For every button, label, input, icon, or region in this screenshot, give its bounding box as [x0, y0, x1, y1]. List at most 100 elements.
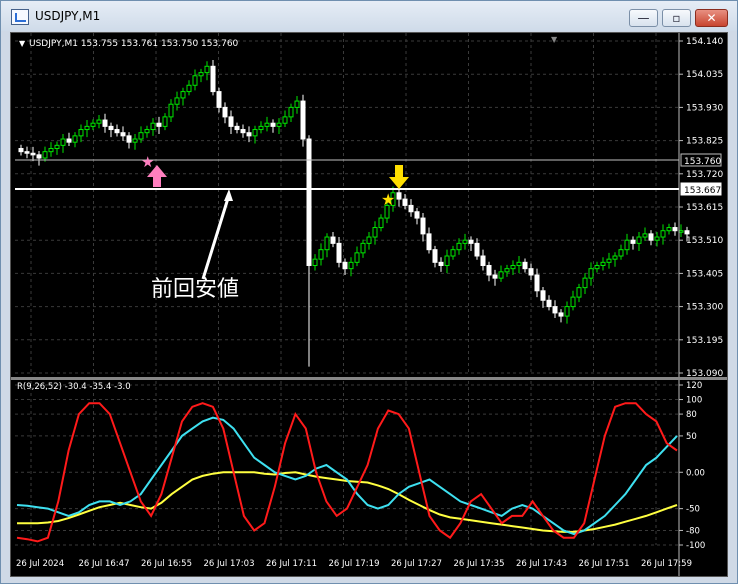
candle-bull [642, 233, 648, 238]
chart-header: USDJPY,M1 153.755 153.761 153.750 153.76… [29, 39, 239, 49]
indicator-axis-ticks: 120 100 80 50 0.00 -50 -80 -100 [679, 381, 705, 551]
indicator-tick-label: -80 [686, 526, 700, 536]
candle-bull [654, 236, 660, 241]
indicator-tick-label: 80 [686, 410, 697, 420]
candle-bull [318, 249, 324, 260]
candle-bull [150, 122, 156, 131]
candle-bull [582, 277, 588, 289]
candle-bull [444, 255, 450, 266]
candle-bear [552, 306, 558, 314]
candle-bull [576, 287, 582, 298]
candle-bull [84, 125, 90, 131]
candle-bear [336, 242, 342, 263]
candle-bull [252, 129, 258, 137]
candle-bull [378, 217, 384, 229]
candle-bull [594, 264, 600, 270]
candle-bull [60, 138, 66, 146]
candle-bull [498, 271, 504, 279]
price-axis-ticks: 154.140 154.035 153.930 153.825 153.720 153.6… [679, 37, 723, 379]
candle-bull [198, 72, 204, 77]
candle-bull [180, 91, 186, 99]
price-tick-label: 153.930 [686, 103, 723, 113]
minimize-button[interactable]: — [629, 9, 658, 27]
time-tick-label: 26 Jul 16:55 [141, 559, 192, 569]
candle-bull [282, 116, 288, 124]
candle-bull [168, 103, 174, 118]
candle-bull [162, 116, 168, 127]
indicator-tick-label: 0.00 [686, 468, 705, 478]
candle-bear [342, 261, 348, 270]
candle-bull [570, 296, 576, 308]
candle-bear [156, 122, 162, 127]
price-tick-label: 153.195 [686, 336, 723, 346]
candle-bear [246, 132, 252, 137]
candle-bear [474, 242, 480, 257]
candle-bear [216, 91, 222, 108]
candle-bear [426, 233, 432, 251]
price-tick-label: 153.615 [686, 203, 723, 213]
candle-bull [138, 132, 144, 140]
price-tick-label: 154.140 [686, 37, 723, 47]
chart-canvas[interactable]: 154.140 154.035 153.930 153.825 153.720 153.6… [11, 33, 727, 576]
candle-bear [432, 249, 438, 263]
time-tick-label: 26 Jul 17:51 [579, 559, 630, 569]
candle-bull [144, 129, 150, 134]
close-button[interactable]: ✕ [695, 9, 728, 27]
candle-bull [462, 239, 468, 244]
restore-button[interactable]: ▫ [662, 9, 691, 27]
annotation-arrow-line[interactable] [201, 194, 231, 280]
pane-separator[interactable] [11, 377, 727, 380]
current-price-label: 153.760 [684, 157, 721, 167]
time-axis-ticks: 26 Jul 2024 26 Jul 16:47 26 Jul 16:55 26 Ju… [16, 559, 692, 569]
candle-bull [96, 119, 102, 124]
candle-bull [660, 230, 666, 238]
price-tick-label: 153.825 [686, 137, 723, 147]
candle-bull [624, 239, 630, 251]
candle-bear [630, 239, 636, 244]
candle-bear [108, 125, 114, 131]
indicator-tick-label: -100 [686, 541, 705, 551]
candle-bull [48, 148, 54, 153]
time-tick-label: 26 Jul 16:47 [79, 559, 130, 569]
candle-bear [126, 135, 132, 143]
candle-bear [438, 261, 444, 266]
candle-bear [402, 198, 408, 206]
candle-bear [534, 274, 540, 292]
price-tick-label: 154.035 [686, 70, 723, 80]
candle-bear [270, 122, 276, 127]
candle-bear [684, 230, 690, 235]
indicator-line-cyan [16, 416, 678, 536]
candle-bear [36, 154, 42, 159]
candle-bear [480, 255, 486, 266]
candle-bull [372, 227, 378, 238]
candle-bear [420, 217, 426, 235]
candle-bear [408, 204, 414, 213]
annotation-text[interactable]: 前回安値 [151, 277, 239, 302]
title-bar[interactable]: USDJPY,M1 — ▫ ✕ [1, 1, 737, 31]
candle-bear [528, 268, 534, 276]
chart-window-icon [11, 9, 29, 25]
candle-bear [540, 290, 546, 301]
candle-bear [396, 192, 402, 200]
candle-bull [612, 255, 618, 260]
time-tick-label: 26 Jul 17:59 [641, 559, 692, 569]
line-price-label: 153.667 [684, 186, 721, 196]
candle-bull [78, 129, 84, 137]
price-tick-label: 153.300 [686, 303, 723, 313]
candle-bull [294, 100, 300, 108]
indicator-grid [15, 384, 679, 546]
price-tick-label: 153.720 [686, 170, 723, 180]
candle-bull [264, 122, 270, 127]
candle-bull [186, 84, 192, 93]
candle-bear [648, 233, 654, 241]
chart-area[interactable]: 154.140 154.035 153.930 153.825 153.720 153.6… [10, 32, 728, 577]
candle-bull [132, 138, 138, 143]
indicator-tick-label: 120 [686, 381, 702, 391]
shift-marker-icon[interactable]: ▼ [551, 35, 558, 44]
candle-bear [492, 274, 498, 279]
candle-bull [72, 135, 78, 143]
candle-bull [504, 268, 510, 273]
candle-bull [606, 258, 612, 263]
candle-bull [174, 97, 180, 105]
candle-bear [66, 138, 72, 143]
